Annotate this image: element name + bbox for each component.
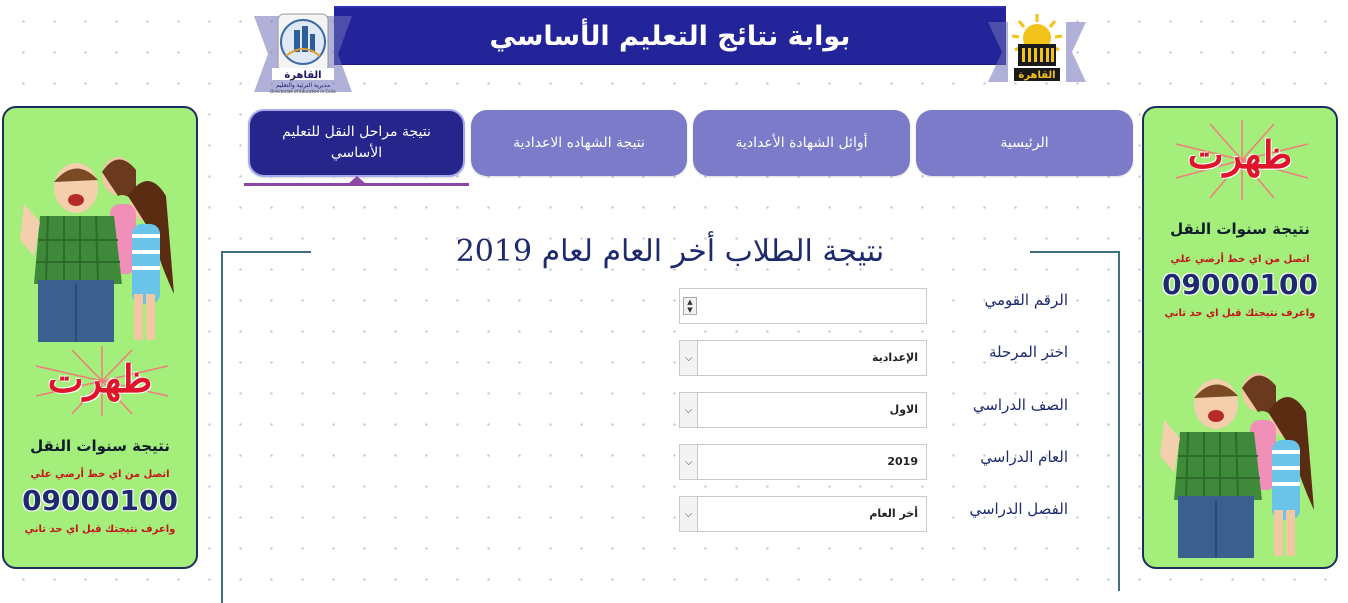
nav-prep-certificate-result[interactable]: نتيجة الشهاده الاعدادية bbox=[471, 110, 687, 176]
frame-top-left-border bbox=[221, 251, 311, 253]
ad-call-line: اتصل من اي خط أرضي علي bbox=[1170, 254, 1310, 265]
ad-footer-line: واعرف نتيجتك قبل اي حد تاني bbox=[24, 524, 176, 535]
stage-select[interactable]: ⌵ الإعدادية bbox=[679, 340, 927, 376]
ad-headline: ظهرت bbox=[47, 356, 153, 401]
stage-label: اختر المرحلة bbox=[989, 343, 1068, 361]
nav-home[interactable]: الرئيسية bbox=[916, 110, 1133, 176]
chevron-down-icon[interactable]: ⌵ bbox=[680, 341, 698, 375]
ad-call-line: اتصل من اي خط أرضي علي bbox=[30, 469, 170, 480]
year-label: العام الدراسي bbox=[980, 448, 1068, 466]
grade-label: الصف الدراسي bbox=[972, 396, 1068, 414]
term-value: أخر العام bbox=[869, 507, 918, 520]
active-tab-caret bbox=[348, 176, 366, 184]
ad-phone-number: 09000100 bbox=[1162, 268, 1318, 301]
number-spinner-icon[interactable]: ▲ ▼ bbox=[683, 297, 697, 315]
directorate-logo-caption: Directorate of Education in Cairo bbox=[270, 89, 336, 94]
ad-headline: ظهرت bbox=[1187, 132, 1293, 177]
header-banner: بوابة نتائج التعليم الأساسي bbox=[334, 6, 1006, 64]
governorate-logo-text: القاهرة bbox=[1018, 70, 1055, 81]
directorate-logo-text: القاهرة bbox=[284, 70, 321, 81]
ad-subtitle: نتيجة سنوات النقل bbox=[1170, 220, 1310, 238]
directorate-logo[interactable]: القاهرة مديرية التربية والتعليم Director… bbox=[250, 12, 356, 94]
frame-top-right-border bbox=[1030, 251, 1120, 253]
ad-footer-line: واعرف نتيجتك قبل اي حد تاني bbox=[1164, 308, 1316, 319]
grade-select[interactable]: ⌵ الاول bbox=[679, 392, 927, 428]
chevron-down-icon[interactable]: ⌵ bbox=[680, 445, 698, 479]
right-ad-banner[interactable]: ظهرت نتيجة سنوات النقل اتصل من اي خط أرض… bbox=[1142, 106, 1338, 569]
left-ad-banner[interactable]: ظهرت نتيجة سنوات النقل اتصل من اي خط أرض… bbox=[2, 106, 198, 569]
children-illustration bbox=[1160, 373, 1314, 558]
frame-right-border bbox=[1118, 251, 1120, 591]
nav-prep-top-students[interactable]: أوائل الشهادة الأعدادية bbox=[693, 110, 910, 176]
children-illustration bbox=[20, 157, 174, 342]
directorate-logo-subtext: مديرية التربية والتعليم bbox=[276, 82, 330, 89]
ad-subtitle: نتيجة سنوات النقل bbox=[30, 437, 170, 455]
term-select[interactable]: ⌵ أخر العام bbox=[679, 496, 927, 532]
year-value: 2019 bbox=[887, 455, 918, 468]
grade-value: الاول bbox=[889, 403, 918, 416]
national-id-label: الرقم القومي bbox=[984, 291, 1068, 309]
form-title: نتيجة الطلاب أخر العام لعام 2019 bbox=[455, 234, 885, 269]
chevron-down-icon[interactable]: ⌵ bbox=[680, 393, 698, 427]
national-id-input[interactable]: ▲ ▼ bbox=[679, 288, 927, 324]
page-title: بوابة نتائج التعليم الأساسي bbox=[489, 20, 851, 52]
ad-phone-number: 09000100 bbox=[22, 484, 178, 517]
stage-value: الإعدادية bbox=[871, 351, 918, 364]
frame-left-border bbox=[221, 251, 223, 603]
nav-transfer-stages-result[interactable]: نتيجة مراحل النقل للتعليم الأساسي bbox=[248, 109, 465, 177]
term-label: الفصل الدراسي bbox=[969, 500, 1068, 518]
year-select[interactable]: ⌵ 2019 bbox=[679, 444, 927, 480]
chevron-down-icon[interactable]: ⌵ bbox=[680, 497, 698, 531]
governorate-logo[interactable]: القاهرة bbox=[986, 10, 1088, 84]
